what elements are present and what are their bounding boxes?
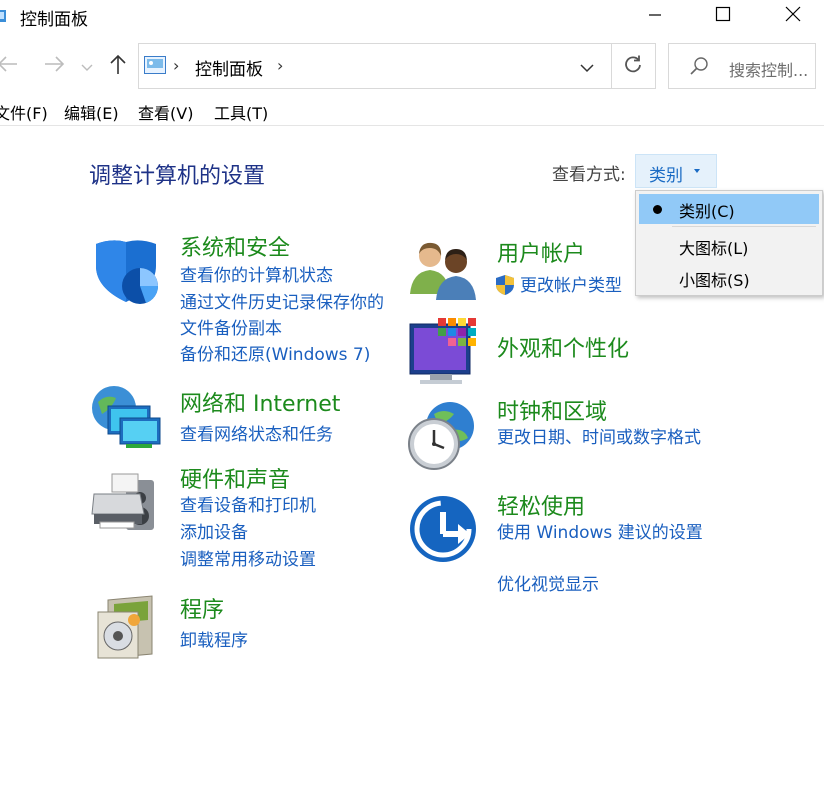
up-button[interactable] — [104, 52, 132, 80]
ease-of-access-icon[interactable] — [408, 494, 478, 564]
up-arrow-icon — [109, 53, 127, 79]
globe-network-icon[interactable] — [90, 384, 161, 454]
refresh-icon — [623, 54, 643, 80]
menu-view[interactable]: 查看(V) — [138, 100, 193, 124]
menu-item-large-icons[interactable]: 大图标(L) — [639, 231, 819, 261]
minimize-button[interactable] — [632, 0, 678, 32]
menu-file[interactable]: 文件(F) — [0, 100, 48, 124]
refresh-button[interactable] — [615, 52, 651, 82]
control-panel-icon — [0, 8, 6, 22]
navigation-row: › 控制面板 › 搜索控制... — [0, 42, 824, 90]
menu-tools[interactable]: 工具(T) — [214, 100, 268, 124]
menu-item-label: 大图标(L) — [679, 239, 749, 258]
link-change-account-type[interactable]: 更改帐户类型 — [520, 273, 622, 299]
close-button[interactable] — [770, 0, 816, 32]
menu-bar: 文件(F) 编辑(E) 查看(V) 工具(T) — [0, 96, 824, 126]
users-icon[interactable] — [408, 236, 478, 306]
view-by-button[interactable]: 类别 — [635, 154, 717, 188]
back-button[interactable] — [0, 52, 22, 80]
view-by-value: 类别 — [649, 166, 683, 186]
link-file-history-backup[interactable]: 通过文件历史记录保存你的文件备份副本 — [180, 290, 386, 342]
view-by-label: 查看方式: — [552, 165, 626, 185]
chevron-down-icon — [81, 57, 93, 76]
category-title-hardware[interactable]: 硬件和声音 — [180, 462, 290, 494]
link-add-device[interactable]: 添加设备 — [180, 520, 248, 546]
category-title-ease[interactable]: 轻松使用 — [497, 489, 585, 521]
printer-speaker-icon[interactable] — [90, 470, 160, 540]
category-title-system[interactable]: 系统和安全 — [180, 230, 290, 262]
breadcrumb-control-panel[interactable]: 控制面板 — [195, 55, 263, 80]
category-title-users[interactable]: 用户帐户 — [497, 236, 585, 268]
link-recommended-settings[interactable]: 使用 Windows 建议的设置 — [497, 520, 703, 546]
forward-button[interactable] — [40, 52, 68, 80]
title-bar: 控制面板 — [0, 0, 824, 34]
search-icon — [689, 56, 709, 76]
category-title-programs[interactable]: 程序 — [180, 592, 224, 624]
radio-bullet-icon — [653, 205, 662, 214]
breadcrumb-separator-icon[interactable]: › — [277, 56, 283, 75]
dropdown-arrow-icon — [694, 169, 700, 173]
search-input[interactable]: 搜索控制... — [729, 57, 815, 81]
category-title-clock[interactable]: 时钟和区域 — [497, 394, 607, 426]
clock-globe-icon[interactable] — [404, 400, 474, 470]
close-icon — [785, 6, 801, 26]
recent-locations-button[interactable] — [76, 52, 98, 80]
maximize-icon — [715, 6, 731, 26]
menu-edit[interactable]: 编辑(E) — [64, 100, 119, 124]
minimize-icon — [648, 7, 662, 26]
forward-arrow-icon — [43, 55, 65, 77]
category-title-network[interactable]: 网络和 Internet — [180, 386, 340, 418]
maximize-button[interactable] — [700, 0, 746, 32]
window-title: 控制面板 — [20, 10, 88, 30]
search-box[interactable]: 搜索控制... — [668, 43, 816, 89]
menu-separator — [672, 226, 816, 227]
menu-item-category[interactable]: 类别(C) — [639, 194, 819, 224]
link-optimize-visual-display[interactable]: 优化视觉显示 — [497, 572, 599, 598]
chevron-down-icon — [580, 58, 594, 77]
uac-shield-icon — [495, 274, 515, 296]
page-title: 调整计算机的设置 — [89, 164, 266, 189]
link-devices-printers[interactable]: 查看设备和打印机 — [180, 493, 316, 519]
monitor-tiles-icon[interactable] — [406, 316, 476, 386]
view-by-menu: 类别(C) 大图标(L) 小图标(S) — [635, 190, 823, 296]
control-panel-icon — [144, 56, 166, 74]
link-uninstall-program[interactable]: 卸载程序 — [180, 628, 248, 654]
back-arrow-icon — [0, 55, 19, 77]
breadcrumb-separator-icon[interactable]: › — [173, 56, 179, 75]
link-mobility-settings[interactable]: 调整常用移动设置 — [180, 547, 316, 573]
category-title-appearance[interactable]: 外观和个性化 — [497, 331, 629, 363]
link-view-computer-status[interactable]: 查看你的计算机状态 — [180, 263, 333, 289]
link-backup-restore[interactable]: 备份和还原(Windows 7) — [180, 342, 370, 368]
menu-item-label: 类别(C) — [679, 202, 735, 221]
link-change-date-time-format[interactable]: 更改日期、时间或数字格式 — [497, 425, 703, 451]
shield-pie-icon[interactable] — [92, 238, 162, 308]
programs-disc-icon[interactable] — [94, 594, 164, 664]
menu-item-label: 小图标(S) — [679, 271, 750, 290]
address-divider — [611, 44, 612, 88]
menu-item-small-icons[interactable]: 小图标(S) — [639, 263, 819, 293]
link-network-status[interactable]: 查看网络状态和任务 — [180, 422, 333, 448]
address-dropdown-button[interactable] — [573, 56, 601, 78]
address-bar[interactable]: › 控制面板 › — [138, 43, 656, 89]
